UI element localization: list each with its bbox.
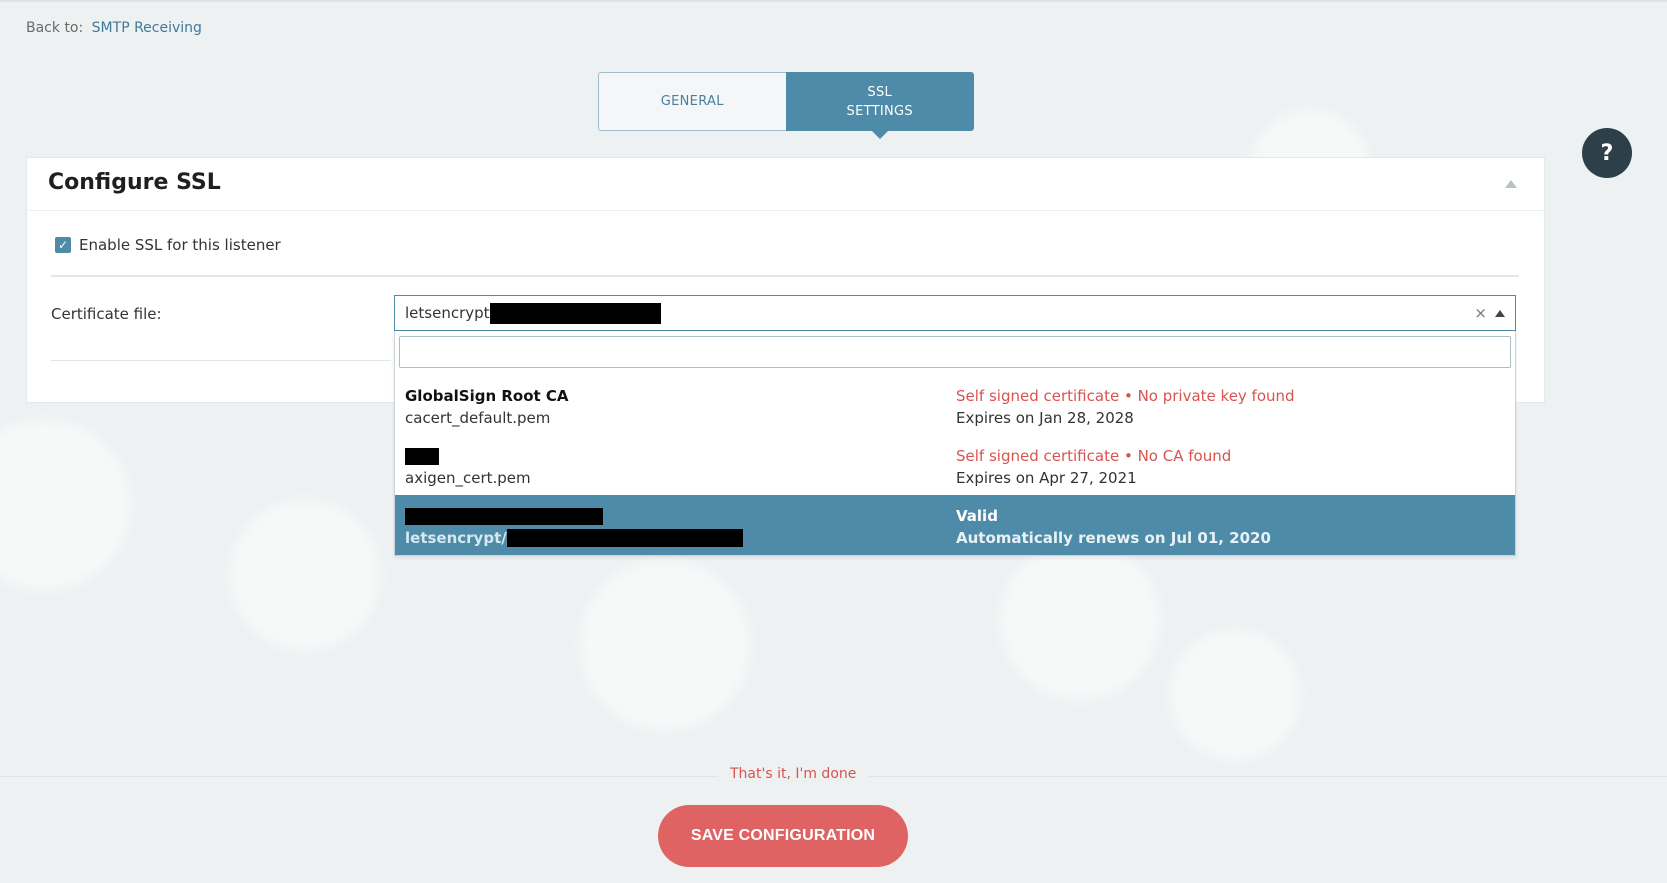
- option-cert-file: axigen_cert.pem: [405, 469, 531, 487]
- panel-header: Configure SSL: [27, 158, 1544, 211]
- option-expiry-text: Expires on Apr 27, 2021: [956, 469, 1137, 487]
- option-expiry-text: Automatically renews on Jul 01, 2020: [956, 529, 1271, 547]
- redacted-block: [405, 507, 603, 525]
- option-cert-name: GlobalSign Root CA: [405, 387, 569, 405]
- option-expiry-text: Expires on Jan 28, 2028: [956, 409, 1134, 427]
- top-border: [0, 0, 1667, 2]
- background-blur: [1170, 630, 1300, 760]
- enable-ssl-checkbox[interactable]: ✓: [55, 237, 71, 253]
- background-blur: [1000, 540, 1160, 700]
- dropdown-option[interactable]: GlobalSign Root CA cacert_default.pem Se…: [395, 375, 1515, 435]
- option-cert-name: [405, 445, 531, 467]
- option-cert-name: [405, 505, 743, 527]
- save-configuration-button[interactable]: SAVE CONFIGURATION: [658, 805, 908, 867]
- option-cert-status: Valid Automatically renews on Jul 01, 20…: [956, 505, 1271, 549]
- breadcrumb: Back to: SMTP Receiving: [26, 20, 202, 36]
- tab-general[interactable]: GENERAL: [598, 72, 786, 131]
- option-cert-file: letsencrypt/: [405, 527, 743, 549]
- tab-ssl-settings[interactable]: SSL SETTINGS: [785, 72, 974, 139]
- option-cert-status: Self signed certificate • No private key…: [956, 385, 1295, 429]
- check-icon: ✓: [57, 238, 69, 252]
- help-button[interactable]: ?: [1582, 128, 1632, 178]
- option-cert-file: cacert_default.pem: [405, 409, 551, 427]
- certificate-dropdown: GlobalSign Root CA cacert_default.pem Se…: [394, 331, 1516, 556]
- divider: [51, 275, 1519, 277]
- certificate-select-value: letsencrypt: [405, 304, 490, 322]
- dropdown-option[interactable]: axigen_cert.pem Self signed certificate …: [395, 435, 1515, 495]
- tab-general-label: GENERAL: [660, 94, 724, 109]
- done-text: That's it, I'm done: [718, 766, 869, 782]
- dropdown-search-input[interactable]: [399, 336, 1511, 368]
- option-status-text: Valid: [956, 507, 998, 525]
- option-cert-info: letsencrypt/: [405, 505, 743, 549]
- option-cert-file-prefix: letsencrypt/: [405, 529, 507, 547]
- enable-ssl-label[interactable]: Enable SSL for this listener: [79, 236, 281, 254]
- redacted-block: [489, 302, 661, 324]
- caret-up-icon[interactable]: [1495, 310, 1505, 317]
- settings-tabs: GENERAL SSL SETTINGS: [598, 72, 974, 139]
- option-status-text: Self signed certificate • No private key…: [956, 387, 1295, 405]
- tab-ssl-label-line2: SETTINGS: [846, 103, 913, 119]
- background-blur: [580, 560, 750, 730]
- tab-ssl-label-line1: SSL: [867, 84, 893, 100]
- option-cert-info: axigen_cert.pem: [405, 445, 531, 489]
- certificate-select[interactable]: letsencrypt ×: [394, 295, 1516, 331]
- certificate-file-label: Certificate file:: [51, 305, 162, 323]
- clear-icon[interactable]: ×: [1474, 304, 1487, 322]
- dropdown-option-selected[interactable]: letsencrypt/ Valid Automatically renews …: [395, 495, 1515, 555]
- option-status-text: Self signed certificate • No CA found: [956, 447, 1232, 465]
- enable-ssl-row: ✓ Enable SSL for this listener: [55, 236, 281, 254]
- background-blur: [230, 500, 380, 650]
- breadcrumb-link-smtp-receiving[interactable]: SMTP Receiving: [92, 20, 202, 36]
- option-cert-status: Self signed certificate • No CA found Ex…: [956, 445, 1231, 489]
- redacted-block: [506, 529, 743, 547]
- option-cert-info: GlobalSign Root CA cacert_default.pem: [405, 385, 569, 429]
- help-icon: ?: [1600, 140, 1614, 166]
- background-blur: [0, 420, 130, 590]
- breadcrumb-prefix: Back to:: [26, 20, 84, 36]
- panel-title: Configure SSL: [48, 170, 221, 195]
- collapse-icon[interactable]: [1505, 180, 1517, 188]
- divider: [51, 360, 391, 361]
- redacted-block: [405, 447, 439, 465]
